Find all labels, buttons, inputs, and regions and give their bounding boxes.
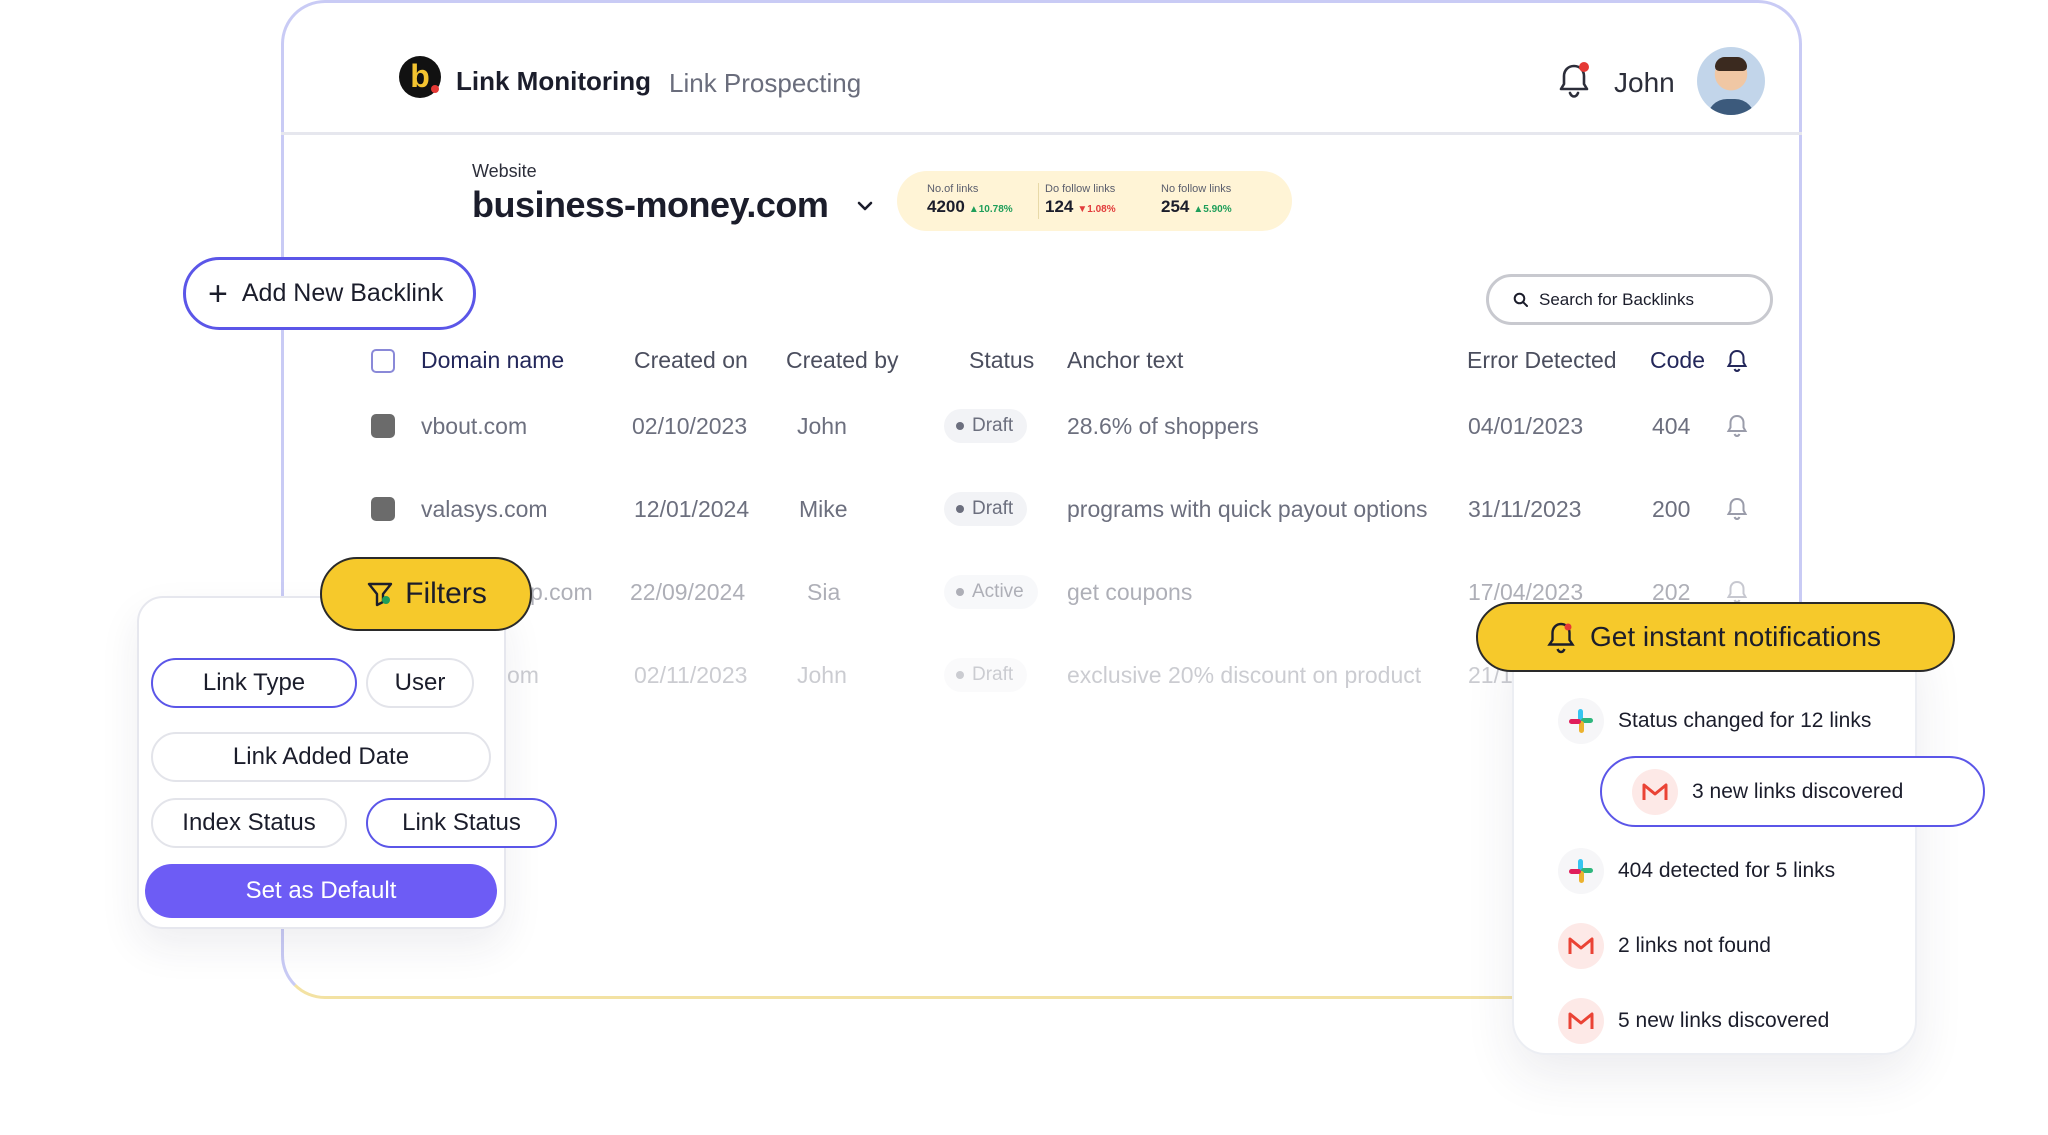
notification-item[interactable]: 3 new links discovered bbox=[1632, 769, 1903, 815]
cell-anchor-text: programs with quick payout options bbox=[1067, 496, 1428, 522]
cell-created-on: 02/10/2023 bbox=[632, 413, 748, 439]
notification-item[interactable]: Status changed for 12 links bbox=[1558, 698, 1871, 744]
cell-created-by: John bbox=[797, 413, 847, 439]
status-badge: Draft bbox=[944, 409, 1028, 443]
notification-item[interactable]: 2 links not found bbox=[1558, 923, 1771, 969]
col-code[interactable]: Code bbox=[1650, 347, 1705, 374]
cell-anchor-text: exclusive 20% discount on product bbox=[1067, 662, 1422, 688]
col-anchor-text[interactable]: Anchor text bbox=[1067, 347, 1183, 374]
filter-chip-index-status[interactable]: Index Status bbox=[151, 798, 347, 848]
cell-domain[interactable]: valasys.com bbox=[421, 496, 548, 523]
bell-icon[interactable] bbox=[1726, 349, 1748, 373]
chevron-down-icon[interactable] bbox=[855, 196, 875, 216]
cell-anchor-text: 28.6% of shoppers bbox=[1067, 413, 1259, 439]
stat-no-follow: No follow links 254 ▲5.90% bbox=[1161, 183, 1232, 216]
cell-anchor-text: get coupons bbox=[1067, 579, 1193, 605]
bell-icon[interactable] bbox=[1726, 414, 1748, 438]
status-badge: Active bbox=[944, 575, 1038, 609]
col-error-detected[interactable]: Error Detected bbox=[1467, 347, 1617, 374]
col-domain-name[interactable]: Domain name bbox=[421, 347, 564, 374]
filter-chip-user[interactable]: User bbox=[366, 658, 474, 708]
cell-code: 200 bbox=[1652, 496, 1691, 522]
filter-icon bbox=[367, 582, 393, 607]
col-status[interactable]: Status bbox=[969, 347, 1034, 374]
website-label: Website bbox=[472, 161, 537, 181]
filter-chip-link-added-date[interactable]: Link Added Date bbox=[151, 732, 491, 782]
col-created-on[interactable]: Created on bbox=[634, 347, 748, 374]
cell-created-by: Mike bbox=[799, 496, 848, 522]
link-stats: No.of links 4200 ▲10.78% Do follow links … bbox=[897, 171, 1292, 231]
bell-icon[interactable] bbox=[1726, 580, 1748, 604]
avatar[interactable] bbox=[1697, 47, 1765, 115]
cell-domain[interactable]: om bbox=[507, 662, 539, 689]
search-icon bbox=[1513, 292, 1528, 307]
cell-error-detected: 04/01/2023 bbox=[1468, 413, 1584, 439]
slack-icon bbox=[1558, 698, 1604, 744]
search-input[interactable]: Search for Backlinks bbox=[1486, 274, 1773, 325]
notifications-panel bbox=[1512, 625, 1917, 1055]
cell-code: 404 bbox=[1652, 413, 1691, 439]
cell-created-by: John bbox=[797, 662, 847, 688]
gmail-icon bbox=[1558, 923, 1604, 969]
cell-domain[interactable]: p.com bbox=[530, 579, 593, 606]
brand-logo[interactable]: b bbox=[399, 56, 441, 98]
bell-icon bbox=[1547, 622, 1575, 654]
filters-button[interactable]: Filters bbox=[320, 557, 532, 631]
cell-created-on: 12/01/2024 bbox=[634, 496, 750, 522]
cell-domain[interactable]: vbout.com bbox=[421, 413, 527, 440]
plus-icon: + bbox=[208, 274, 228, 313]
add-new-backlink-button[interactable]: + Add New Backlink bbox=[183, 257, 476, 330]
stat-do-follow: Do follow links 124 ▼1.08% bbox=[1045, 183, 1116, 216]
col-created-by[interactable]: Created by bbox=[786, 347, 899, 374]
bell-icon[interactable] bbox=[1726, 497, 1748, 521]
slack-icon bbox=[1558, 848, 1604, 894]
notification-item[interactable]: 404 detected for 5 links bbox=[1558, 848, 1835, 894]
gmail-icon bbox=[1632, 769, 1678, 815]
gmail-icon bbox=[1558, 998, 1604, 1044]
notification-item[interactable]: 5 new links discovered bbox=[1558, 998, 1829, 1044]
cell-created-on: 02/11/2023 bbox=[634, 662, 748, 688]
select-all-checkbox[interactable] bbox=[371, 349, 395, 373]
user-name[interactable]: John bbox=[1614, 67, 1675, 99]
filter-chip-link-type[interactable]: Link Type bbox=[151, 658, 357, 708]
row-checkbox[interactable] bbox=[371, 414, 395, 438]
row-checkbox[interactable] bbox=[371, 497, 395, 521]
website-selector[interactable]: business-money.com bbox=[472, 184, 829, 226]
nav-link-prospecting[interactable]: Link Prospecting bbox=[669, 68, 861, 99]
status-badge: Draft bbox=[944, 492, 1028, 526]
notification-bell-icon[interactable] bbox=[1557, 62, 1591, 100]
cell-created-by: Sia bbox=[807, 579, 841, 605]
filter-chip-link-status[interactable]: Link Status bbox=[366, 798, 557, 848]
stat-total-links: No.of links 4200 ▲10.78% bbox=[927, 183, 1013, 216]
nav-link-monitoring[interactable]: Link Monitoring bbox=[456, 66, 651, 97]
set-as-default-button[interactable]: Set as Default bbox=[145, 864, 497, 918]
cell-created-on: 22/09/2024 bbox=[630, 579, 746, 605]
get-notifications-button[interactable]: Get instant notifications bbox=[1476, 602, 1955, 672]
status-badge: Draft bbox=[944, 658, 1028, 692]
cell-error-detected: 31/11/2023 bbox=[1468, 496, 1582, 522]
